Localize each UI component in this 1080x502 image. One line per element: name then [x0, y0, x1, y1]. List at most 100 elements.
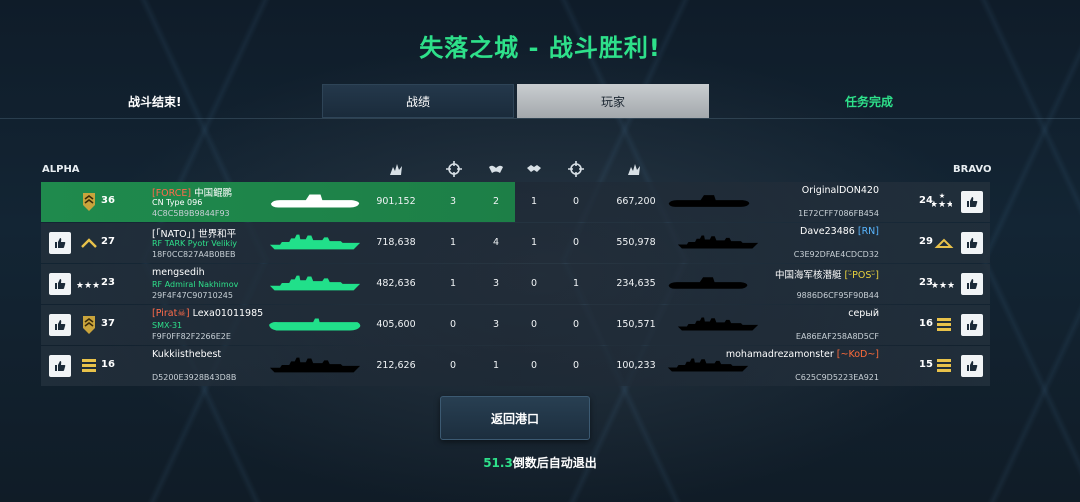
countdown-text: 51.3倒数后自动退出: [0, 454, 1080, 471]
bravo-assists: 0: [572, 360, 580, 371]
bravo-player-name[interactable]: OriginalDON420: [802, 185, 879, 196]
bravo-player-id: EA86EAF258A8D5CF: [795, 332, 879, 341]
bravo-player-id: C3E92DFAE4CDCD32: [793, 250, 879, 259]
battle-end-label: 战斗结束!: [128, 95, 182, 109]
bravo-level: 29: [919, 236, 933, 247]
alpha-damage: 482,636: [376, 278, 416, 289]
alpha-player-name[interactable]: mengsedih: [152, 267, 205, 278]
countdown-label: 倒数后自动退出: [512, 456, 597, 470]
alpha-damage: 901,152: [376, 196, 416, 207]
thumbs-up-icon: [54, 319, 66, 331]
return-to-port-button[interactable]: 返回港口: [440, 396, 590, 440]
bravo-damage: 667,200: [616, 196, 656, 207]
countdown-value: 51.3: [483, 456, 513, 470]
like-button[interactable]: [49, 273, 71, 295]
bravo-assists: 0: [572, 237, 580, 248]
table-row: 36 [FORCE] 中国鲲鹏 CN Type 096 4C8C5B9B9844…: [41, 182, 990, 222]
player-name: Dave23486: [800, 226, 855, 237]
like-button[interactable]: [961, 314, 983, 336]
stars-rank-icon: ★★★: [932, 281, 954, 291]
stars-rank-icon: ★★★★: [932, 192, 952, 210]
svg-text:★★★: ★★★: [932, 281, 954, 291]
like-button[interactable]: [961, 355, 983, 377]
alpha-player-id: F9F0FF82F2266E2E: [152, 332, 231, 341]
bars-rank-icon: [82, 359, 96, 372]
cruiser-silhouette: [677, 313, 759, 335]
like-button[interactable]: [49, 314, 71, 336]
crosshair-icon: [446, 161, 462, 177]
bars-rank-icon: [937, 359, 951, 372]
player-name: OriginalDON420: [801, 185, 879, 196]
alpha-player-id: 18F0CC827A4B0BEB: [152, 250, 236, 259]
alpha-damage: 212,626: [376, 360, 416, 371]
mission-complete-label: 任务完成: [845, 95, 894, 109]
bravo-damage: 150,571: [616, 319, 656, 330]
thumbs-up-icon: [966, 278, 978, 290]
like-button[interactable]: [961, 191, 983, 213]
alpha-level: 37: [101, 318, 115, 329]
bravo-player-id: 1E72CFF7086FB454: [798, 209, 879, 218]
thumbs-up-icon: [54, 237, 66, 249]
alpha-ship-name: RF TARK Pyotr Velikiy: [152, 239, 238, 248]
like-button[interactable]: [49, 232, 71, 254]
player-name: 中国海军核潜艇: [774, 270, 842, 281]
assist-icon: [489, 165, 503, 173]
alpha-ship-name: CN Type 096: [152, 198, 203, 207]
alpha-player-name[interactable]: [FORCE] 中国鲲鹏: [152, 185, 232, 199]
clan-tag: [~KoD~]: [836, 349, 879, 360]
damage-icon: [628, 164, 640, 175]
alpha-player-id: 29F4F47C90710245: [152, 291, 233, 300]
player-name: mohamadrezamonster: [725, 349, 834, 360]
bravo-player-name[interactable]: Dave23486 [RN]: [800, 226, 879, 237]
alpha-player-id: D5200E3928B43D8B: [152, 373, 237, 382]
thumbs-up-icon: [966, 237, 978, 249]
table-row: 27 [「NATO」] 世界和平 RF TARK Pyotr Velikiy 1…: [41, 223, 990, 263]
bravo-player-id: C625C9D5223EA921: [795, 373, 879, 382]
like-button[interactable]: [961, 232, 983, 254]
thumbs-up-icon: [966, 196, 978, 208]
like-button[interactable]: [961, 273, 983, 295]
thumbs-up-icon: [966, 319, 978, 331]
sergeant-rank-icon: [83, 193, 95, 211]
alpha-player-id: 4C8C5B9B9844F93: [152, 209, 230, 218]
table-row: ★★★ 23 mengsedih RF Admiral Nakhimov 29F…: [41, 264, 990, 304]
bravo-assists: 0: [572, 196, 580, 207]
bravo-player-name[interactable]: серый: [848, 308, 879, 319]
alpha-damage: 718,638: [376, 237, 416, 248]
alpha-player-name[interactable]: [Pirat☠] Lexa01011985: [152, 308, 263, 319]
stars-rank-icon: ★★★: [77, 281, 99, 291]
like-button[interactable]: [49, 355, 71, 377]
cruiser-silhouette: [677, 231, 759, 253]
cruiser-silhouette: [269, 354, 361, 376]
alpha-level: 36: [101, 195, 115, 206]
thumbs-up-icon: [54, 360, 66, 372]
tab-players[interactable]: 玩家: [517, 84, 709, 118]
clan-tag: [ᵕ̈POSᵕ̈]: [844, 270, 879, 281]
alpha-level: 27: [101, 236, 115, 247]
damage-icon: [390, 164, 402, 175]
bravo-damage: 234,635: [616, 278, 656, 289]
bravo-player-name[interactable]: mohamadrezamonster [~KoD~]: [726, 349, 879, 360]
bravo-player-name[interactable]: 中国海军核潜艇 [ᵕ̈POSᵕ̈]: [775, 267, 879, 281]
svg-text:★: ★: [939, 192, 945, 200]
svg-text:★★★: ★★★: [77, 281, 99, 291]
alpha-ship-name: RF Admiral Nakhimov: [152, 280, 239, 289]
clan-tag: [RN]: [857, 226, 879, 237]
bars-rank-icon: [937, 318, 951, 331]
bravo-level: 16: [919, 318, 933, 329]
alpha-level: 16: [101, 359, 115, 370]
alpha-player-name[interactable]: Kukkiisthebest: [152, 349, 221, 360]
submarine-silhouette: [667, 272, 749, 294]
tab-score[interactable]: 战绩: [322, 84, 514, 118]
team-bravo-label: BRAVO: [953, 164, 992, 175]
cruiser-silhouette: [269, 272, 361, 294]
scoreboard: 36 [FORCE] 中国鲲鹏 CN Type 096 4C8C5B9B9844…: [41, 182, 990, 387]
cruiser-silhouette: [269, 231, 361, 253]
chevron-rank-icon: [934, 238, 954, 248]
page-title: 失落之城 - 战斗胜利!: [419, 34, 661, 62]
submarine-silhouette: [269, 190, 361, 212]
player-name: Lexa01011985: [192, 308, 264, 319]
submarine-silhouette: [269, 313, 361, 335]
table-row: 37 [Pirat☠] Lexa01011985 SMX-31 F9F0FF82…: [41, 305, 990, 345]
alpha-player-name[interactable]: [「NATO」] 世界和平: [152, 226, 236, 240]
